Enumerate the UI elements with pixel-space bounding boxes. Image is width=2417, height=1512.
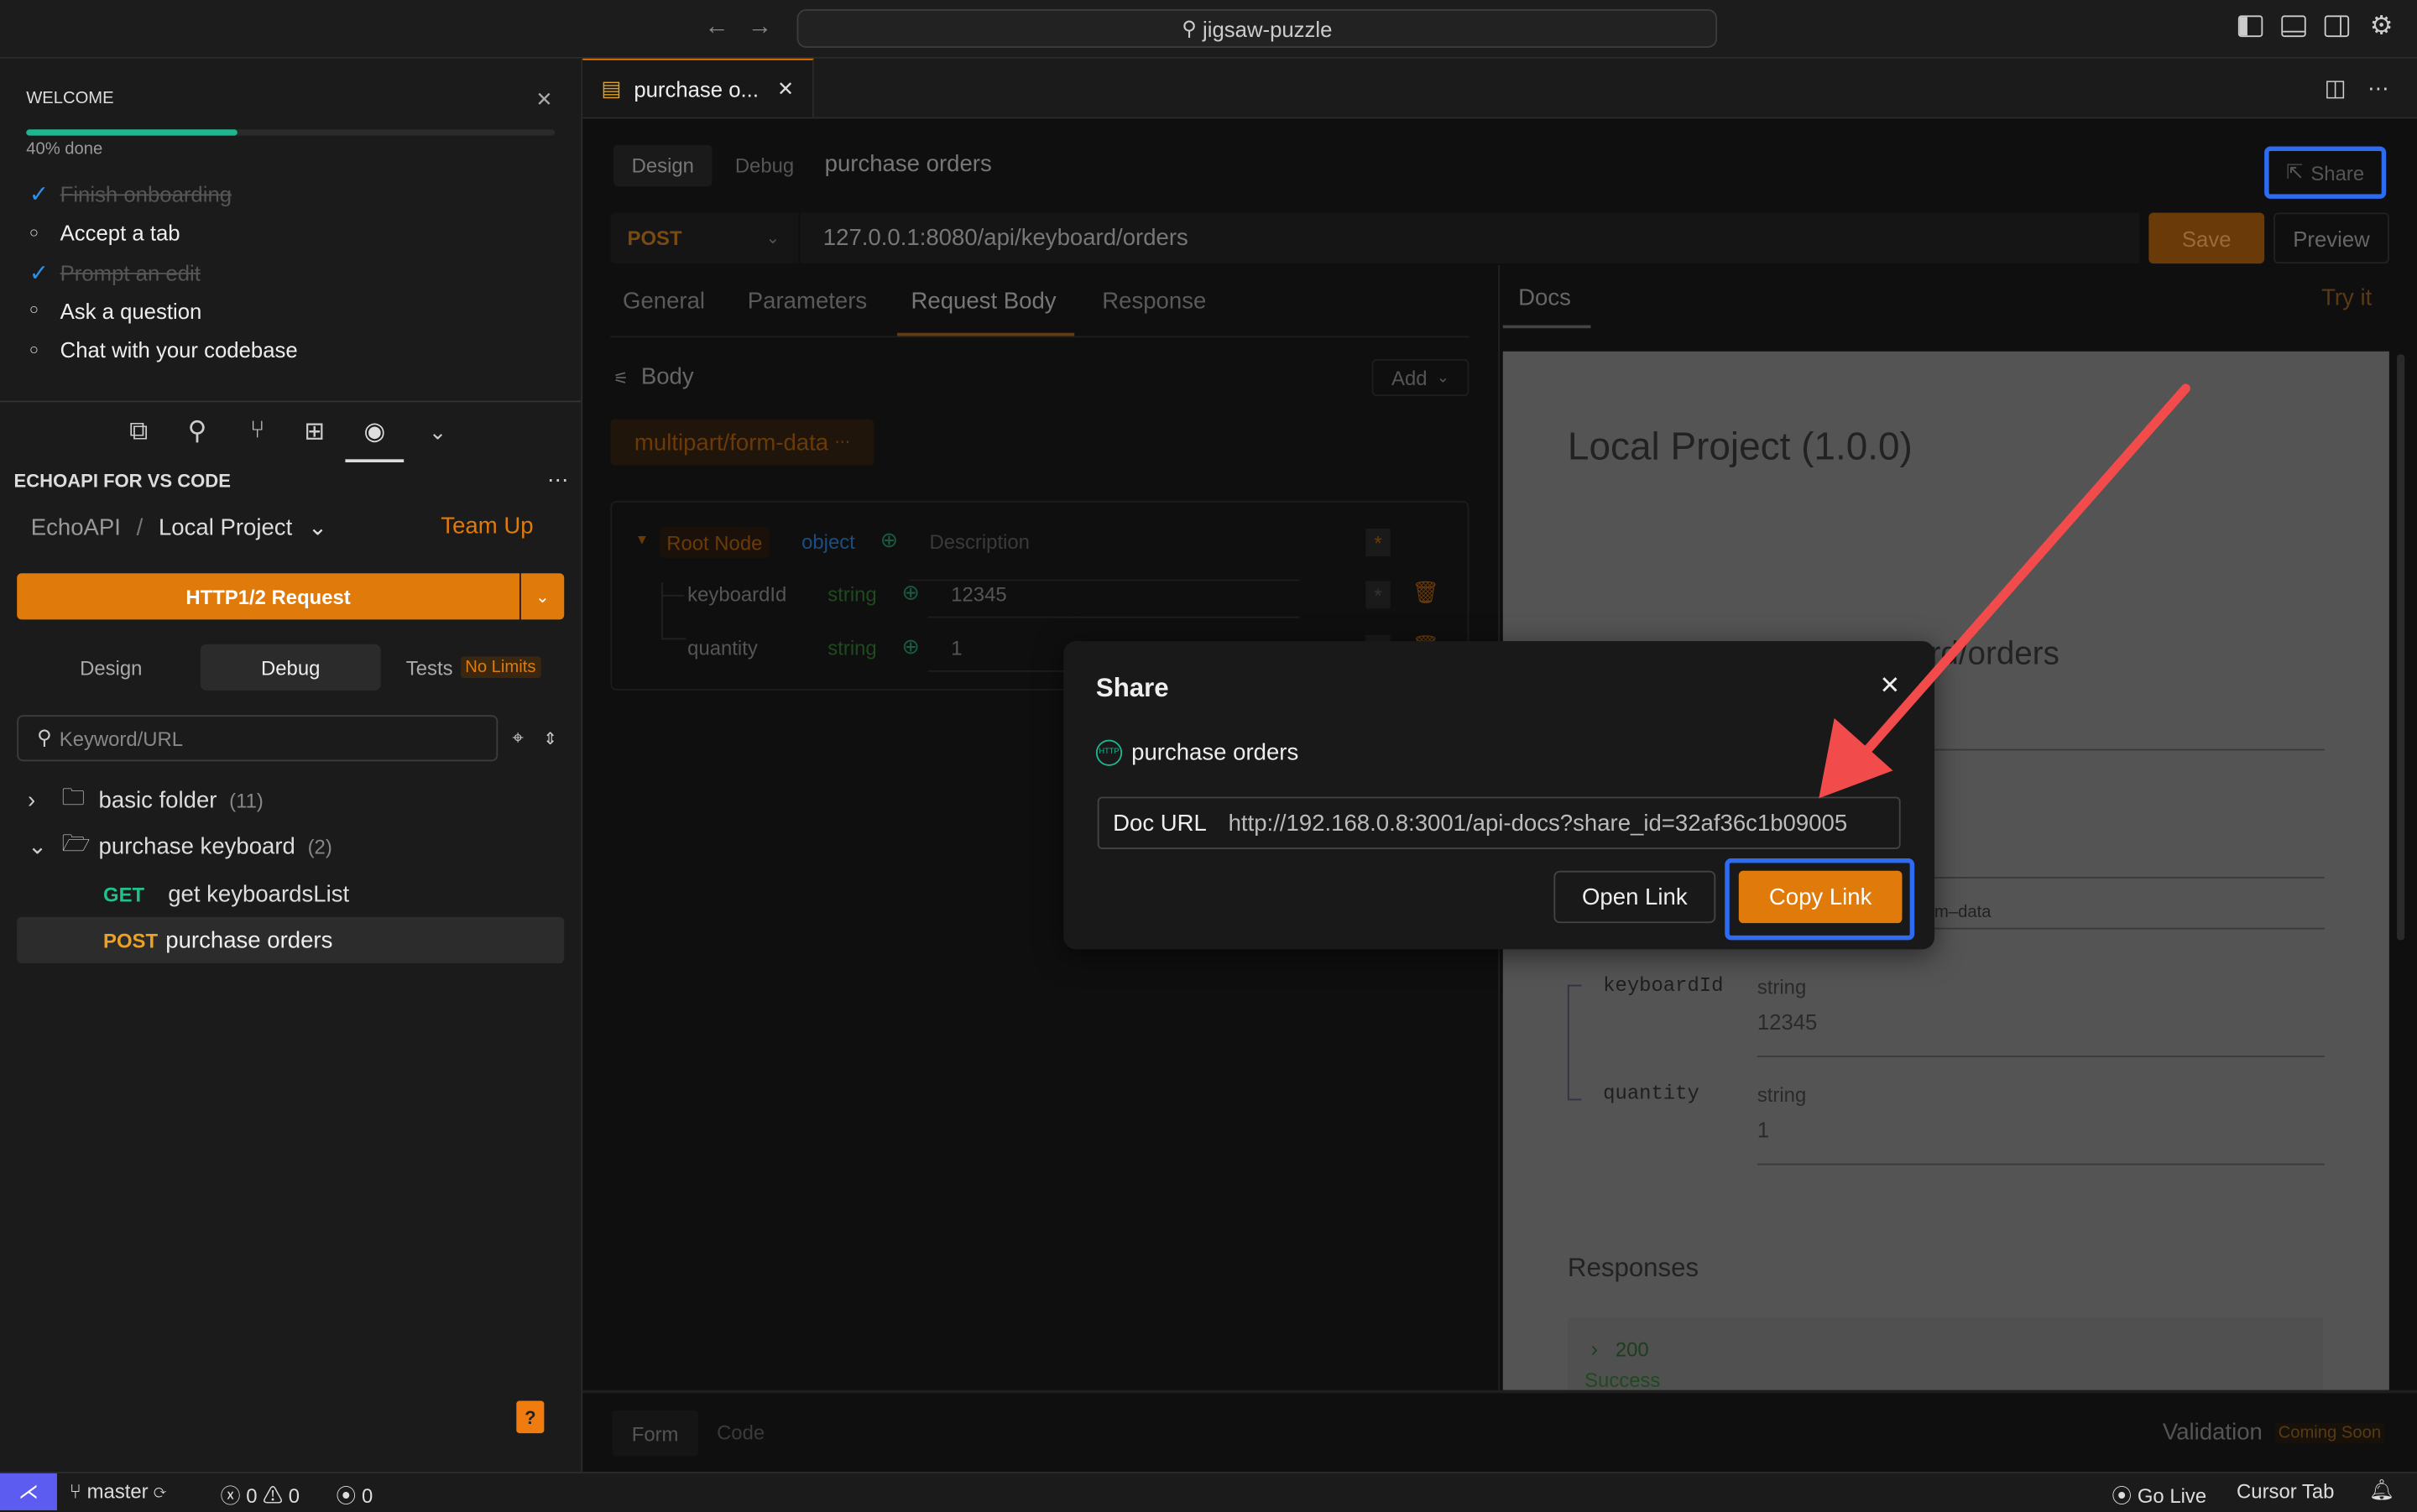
annotation-arrow [1819,383,2190,799]
vscode-window: ← → ⚲ jigsaw-puzzle ⚙ WELCOME ✕ 40% done… [0,0,2417,1512]
